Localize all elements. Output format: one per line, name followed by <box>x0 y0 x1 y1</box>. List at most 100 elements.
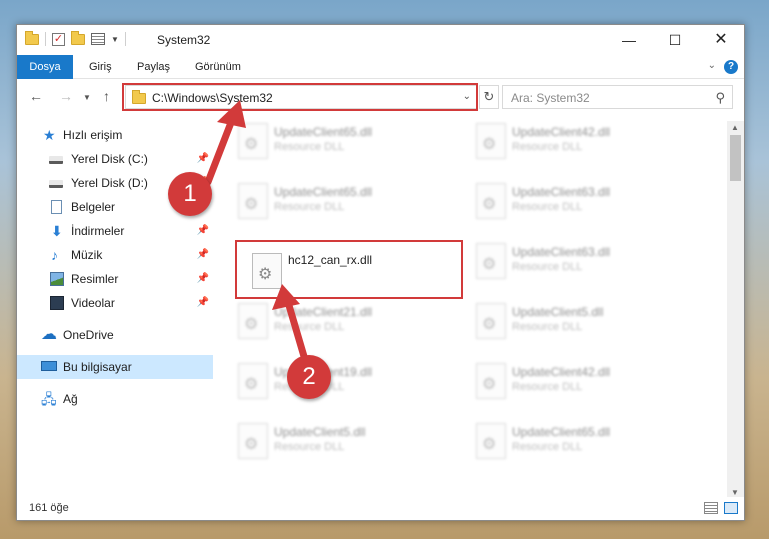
step-2-badge: 2 <box>287 355 331 399</box>
file-item[interactable]: UpdateClient21.dll Resource DLL <box>224 303 448 359</box>
file-item[interactable]: UpdateClient19.dll Resource DLL <box>224 363 448 419</box>
sidebar-item-label: OneDrive <box>63 328 114 342</box>
search-icon[interactable]: ⚲ <box>715 90 725 106</box>
file-item[interactable]: UpdateClient5.dll Resource DLL <box>462 303 686 359</box>
window-title: System32 <box>157 33 211 47</box>
help-icon[interactable]: ? <box>724 60 738 74</box>
file-item[interactable]: UpdateClient63.dll Resource DLL <box>462 243 686 299</box>
document-icon <box>51 200 62 214</box>
file-item[interactable]: UpdateClient42.dll Resource DLL <box>462 123 686 179</box>
dll-file-icon <box>238 303 268 339</box>
file-name: UpdateClient65.dll <box>274 125 373 139</box>
tab-view[interactable]: Görünüm <box>183 55 253 79</box>
file-item[interactable]: UpdateClient65.dll Resource DLL <box>462 423 686 479</box>
sidebar-item-label: Yerel Disk (D:) <box>71 176 148 190</box>
sidebar-item-downloads[interactable]: ⬇ İndirmeler 📌 <box>17 219 213 243</box>
file-item[interactable]: UpdateClient63.dll Resource DLL <box>462 183 686 239</box>
pictures-icon <box>50 272 64 286</box>
file-item[interactable]: UpdateClient65.dll Resource DLL <box>224 183 448 239</box>
pin-icon[interactable]: 📌 <box>197 147 209 171</box>
item-count: 161 öğe <box>29 502 69 514</box>
refresh-icon[interactable]: ↻ <box>479 85 499 109</box>
file-name: UpdateClient42.dll <box>512 365 611 379</box>
ribbon-tabs: Dosya Giriş Paylaş Görünüm ⌄ ? <box>17 55 744 111</box>
large-icons-view-icon[interactable] <box>724 502 738 514</box>
sidebar-item-local-disk-c[interactable]: Yerel Disk (C:) 📌 <box>17 147 213 171</box>
details-view-icon[interactable] <box>704 502 718 514</box>
star-icon: ★ <box>43 127 56 143</box>
chevron-down-icon[interactable]: ▼ <box>111 35 119 44</box>
sidebar-item-label: Belgeler <box>71 200 116 214</box>
file-item[interactable]: UpdateClient65.dll Resource DLL <box>224 123 448 179</box>
sidebar-item-quick-access[interactable]: ★ Hızlı erişim <box>17 123 213 147</box>
file-item[interactable]: UpdateClient5.dll Resource DLL <box>224 423 448 479</box>
recent-locations-chevron-icon[interactable]: ▼ <box>83 93 91 102</box>
file-type: Resource DLL <box>274 201 345 213</box>
expand-ribbon-icon[interactable]: ⌄ <box>708 60 716 71</box>
file-item[interactable]: UpdateClient42.dll Resource DLL <box>462 363 686 419</box>
sidebar-item-label: Videolar <box>71 296 115 310</box>
folder-icon <box>25 30 39 45</box>
tab-share[interactable]: Paylaş <box>125 55 182 79</box>
status-bar: 161 öğe <box>17 497 744 520</box>
minimize-button[interactable]: — <box>606 25 652 55</box>
divider <box>45 32 46 46</box>
dll-file-icon <box>476 363 506 399</box>
scrollbar-thumb[interactable] <box>730 135 741 181</box>
file-highlight-box <box>235 240 463 299</box>
scroll-up-icon[interactable]: ▲ <box>731 123 739 132</box>
scroll-down-icon[interactable]: ▼ <box>731 488 739 497</box>
network-icon: 🖧 <box>41 391 57 407</box>
file-type: Resource DLL <box>512 381 583 393</box>
sidebar-item-label: Müzik <box>71 248 103 262</box>
sidebar-item-music[interactable]: ♪ Müzik 📌 <box>17 243 213 267</box>
file-name: UpdateClient65.dll <box>274 185 373 199</box>
dll-file-icon <box>238 423 268 459</box>
sidebar-item-label: Ağ <box>63 392 78 406</box>
up-arrow-icon[interactable]: ↑ <box>103 88 110 104</box>
sidebar-item-videos[interactable]: Videolar 📌 <box>17 291 213 315</box>
file-name: UpdateClient5.dll <box>512 305 604 319</box>
properties-check-icon[interactable]: ✓ <box>52 32 65 46</box>
forward-arrow-icon[interactable]: → <box>59 88 73 104</box>
sidebar-item-onedrive[interactable]: ☁ OneDrive <box>17 323 213 347</box>
pin-icon[interactable]: 📌 <box>197 219 209 243</box>
file-type: Resource DLL <box>274 441 345 453</box>
dll-file-icon <box>476 243 506 279</box>
pin-icon[interactable]: 📌 <box>197 291 209 315</box>
dll-file-icon <box>238 183 268 219</box>
disk-icon <box>49 180 63 188</box>
sidebar-item-this-pc[interactable]: Bu bilgisayar <box>17 355 213 379</box>
file-name: UpdateClient5.dll <box>274 425 366 439</box>
music-icon: ♪ <box>51 247 58 263</box>
maximize-button[interactable]: ☐ <box>652 25 698 55</box>
sidebar-item-network[interactable]: 🖧 Ağ <box>17 387 213 411</box>
search-placeholder: Ara: System32 <box>511 91 590 105</box>
file-type: Resource DLL <box>512 441 583 453</box>
title-bar: ✓ ▼ System32 — ☐ ✕ <box>17 25 744 55</box>
file-type: Resource DLL <box>274 141 345 153</box>
customize-toolbar-icon[interactable] <box>91 33 105 45</box>
new-folder-icon[interactable] <box>71 30 85 45</box>
pin-icon[interactable]: 📌 <box>197 267 209 291</box>
close-button[interactable]: ✕ <box>698 25 744 55</box>
sidebar-item-label: Resimler <box>71 272 119 286</box>
file-type: Resource DLL <box>512 261 583 273</box>
step-1-badge: 1 <box>168 172 212 216</box>
vertical-scrollbar[interactable]: ▲ ▼ <box>727 121 744 499</box>
file-name: UpdateClient65.dll <box>512 425 611 439</box>
sidebar-item-pictures[interactable]: Resimler 📌 <box>17 267 213 291</box>
tab-home[interactable]: Giriş <box>77 55 124 79</box>
file-type: Resource DLL <box>512 201 583 213</box>
back-arrow-icon[interactable]: ← <box>29 88 43 104</box>
file-type: Resource DLL <box>274 321 345 333</box>
address-highlight-box <box>122 83 478 111</box>
search-input[interactable]: Ara: System32 ⚲ <box>502 85 733 109</box>
pin-icon[interactable]: 📌 <box>197 243 209 267</box>
videos-icon <box>50 296 64 310</box>
cloud-icon: ☁ <box>41 326 57 343</box>
file-list: UpdateClient65.dll Resource DLL UpdateCl… <box>214 121 726 499</box>
file-name: UpdateClient63.dll <box>512 245 611 259</box>
file-name: UpdateClient63.dll <box>512 185 611 199</box>
file-name: UpdateClient21.dll <box>274 305 373 319</box>
